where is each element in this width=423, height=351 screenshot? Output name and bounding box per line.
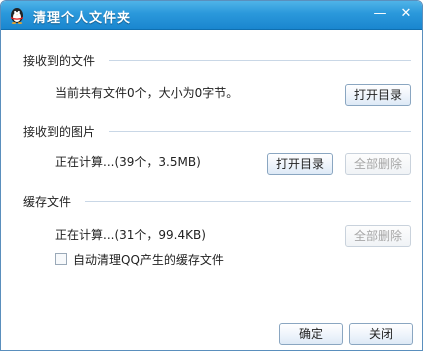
delete-all-images-button[interactable]: 全部删除 [345,153,411,175]
open-files-directory-button[interactable]: 打开目录 [345,84,411,106]
cleanup-dialog: 清理个人文件夹 — ✕ 接收到的文件 当前共有文件0个，大小为0字节。 打开目录… [0,0,423,351]
title-bar[interactable]: 清理个人文件夹 — ✕ [1,1,422,30]
delete-all-cache-button[interactable]: 全部删除 [345,225,411,247]
window-title: 清理个人文件夹 [33,11,132,26]
ok-button[interactable]: 确定 [279,323,343,345]
received-images-heading: 接收到的图片 [23,125,96,139]
cache-files-info: 正在计算...(31个，99.4KB) [55,228,206,242]
minimize-button[interactable]: — [369,5,391,23]
close-button[interactable]: 关闭 [349,323,413,345]
received-files-heading: 接收到的文件 [23,54,96,68]
section-divider [109,131,411,132]
qq-penguin-icon [11,8,23,24]
open-images-directory-button[interactable]: 打开目录 [267,153,333,175]
section-divider [109,60,411,61]
close-window-button[interactable]: ✕ [395,5,417,23]
received-images-info: 正在计算...(39个，3.5MB) [55,155,201,169]
auto-clean-checkbox[interactable] [55,253,67,265]
received-files-info: 当前共有文件0个，大小为0字节。 [55,86,239,100]
section-divider [85,201,411,202]
auto-clean-label[interactable]: 自动清理QQ产生的缓存文件 [73,251,224,268]
cache-files-heading: 缓存文件 [23,195,72,209]
